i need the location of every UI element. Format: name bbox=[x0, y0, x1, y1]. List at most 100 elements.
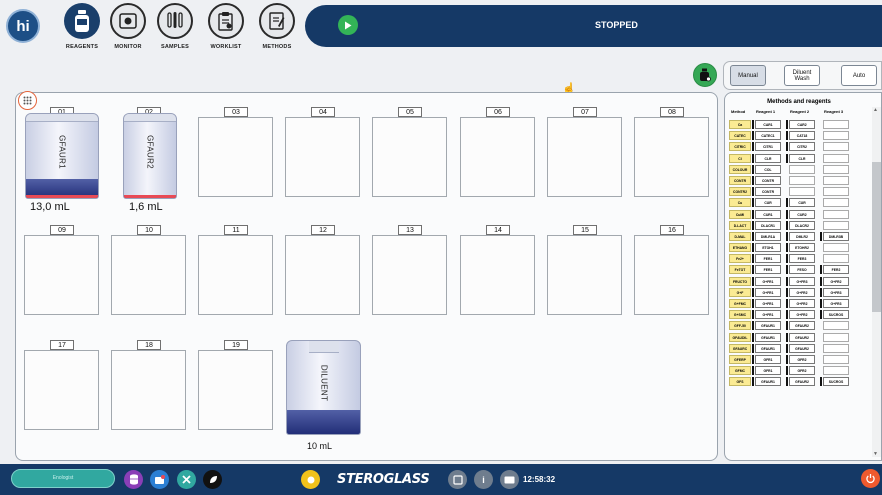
method-row[interactable]: COLOUR COL bbox=[729, 164, 867, 175]
diluent-wash-button[interactable]: Diluent Wash bbox=[784, 65, 820, 86]
method-cell[interactable]: GFERP bbox=[729, 354, 751, 364]
method-cell[interactable]: D-MAL bbox=[729, 231, 751, 241]
method-row[interactable]: ETHANO ETOH1 ETOHR2 bbox=[729, 242, 867, 253]
reagent-cell[interactable]: SUCROS bbox=[823, 377, 849, 387]
reagent-cell[interactable]: GFR1 bbox=[755, 354, 781, 364]
reagent-cell[interactable]: CUR bbox=[755, 198, 781, 208]
method-cell[interactable]: G+SMC bbox=[729, 310, 751, 320]
reagent-cell[interactable]: DMLR3B bbox=[823, 231, 849, 241]
leaf-icon[interactable] bbox=[203, 470, 222, 489]
reagent-cell[interactable] bbox=[823, 153, 849, 163]
info-icon[interactable]: i bbox=[474, 470, 493, 489]
method-row[interactable]: CONTR2 CONTR bbox=[729, 186, 867, 197]
empty-slot-box[interactable] bbox=[372, 117, 447, 197]
reagent-cell[interactable]: DLACR1 bbox=[755, 220, 781, 230]
method-row[interactable]: CuMI CUR1 CUR2 bbox=[729, 209, 867, 220]
method-row[interactable]: Cl CLR CLR bbox=[729, 153, 867, 164]
method-row[interactable]: D-LACT DLACR1 DLACR2 bbox=[729, 220, 867, 231]
methods-scrollbar[interactable]: ▲ ▼ bbox=[872, 107, 881, 457]
reagent-cell[interactable]: DMLR1A bbox=[755, 231, 781, 241]
bottle-drain-button[interactable] bbox=[693, 63, 717, 87]
method-row[interactable]: FRUCTO G+FR1 G+FR3 G+FR2 bbox=[729, 276, 867, 287]
scroll-up-icon[interactable]: ▲ bbox=[873, 107, 878, 113]
notifications-icon[interactable] bbox=[150, 470, 169, 489]
method-cell[interactable]: FeTOT bbox=[729, 265, 751, 275]
method-cell[interactable]: CONTR2 bbox=[729, 187, 751, 197]
reagent-cell[interactable]: FER2 bbox=[823, 265, 849, 275]
reagent-cell[interactable]: GFAUR1 bbox=[755, 377, 781, 387]
reagent-cell[interactable]: G+FR1 bbox=[755, 310, 781, 320]
reagent-cell[interactable]: G+FR1 bbox=[755, 299, 781, 308]
scroll-thumb[interactable] bbox=[872, 162, 881, 312]
reagent-cell[interactable]: CLR bbox=[755, 153, 781, 163]
keyboard-icon[interactable] bbox=[500, 470, 519, 489]
reagent-cell[interactable] bbox=[823, 332, 849, 342]
reagent-cell[interactable]: CUR1 bbox=[755, 209, 781, 219]
method-row[interactable]: FeTOT FER1 FESO FER2 bbox=[729, 264, 867, 275]
method-row[interactable]: GFF-50 GFAUR1 GFAUR2 bbox=[729, 320, 867, 331]
empty-slot-box[interactable] bbox=[634, 235, 709, 315]
reagent-cell[interactable]: DLACR2 bbox=[789, 220, 815, 230]
method-cell[interactable]: GFAUDIL bbox=[729, 332, 751, 342]
scroll-down-icon[interactable]: ▼ bbox=[873, 451, 878, 457]
reagent-cell[interactable]: COL bbox=[755, 164, 781, 174]
method-cell[interactable]: ETHANO bbox=[729, 243, 751, 253]
reagent-cell[interactable] bbox=[823, 354, 849, 364]
reagent-cell[interactable]: G+FR1 bbox=[755, 276, 781, 286]
method-row[interactable]: Ca CAR1 CAR2 bbox=[729, 119, 867, 130]
reagent-cell[interactable]: GFAUR1 bbox=[755, 332, 781, 342]
reagent-cell[interactable] bbox=[823, 164, 849, 174]
empty-slot-box[interactable] bbox=[285, 235, 360, 315]
reagent-cell[interactable] bbox=[823, 120, 849, 129]
method-row[interactable]: CONTR CONTR bbox=[729, 175, 867, 186]
method-cell[interactable]: Cu bbox=[729, 198, 751, 208]
reagent-cell[interactable]: CITR2 bbox=[789, 142, 815, 152]
method-cell[interactable]: G+F bbox=[729, 287, 751, 297]
reagent-cell[interactable]: CITR1 bbox=[755, 142, 781, 152]
reagent-cell[interactable]: CAR1 bbox=[755, 120, 781, 129]
method-cell[interactable]: CITRIC bbox=[729, 142, 751, 152]
lamp-icon[interactable] bbox=[301, 470, 320, 489]
reagent-cell[interactable]: CUR2 bbox=[789, 209, 815, 219]
reagent-cell[interactable]: CAT18 bbox=[789, 131, 815, 141]
reagent-cell[interactable]: ETOHR2 bbox=[789, 243, 815, 253]
method-row[interactable]: G+FMC G+FR1 G+FR2 G+FR3 bbox=[729, 298, 867, 309]
method-cell[interactable]: FRUCTO bbox=[729, 276, 751, 286]
empty-slot-box[interactable] bbox=[198, 350, 273, 430]
method-cell[interactable]: CuMI bbox=[729, 209, 751, 219]
method-row[interactable]: CATEC CATEC1 CAT18 bbox=[729, 130, 867, 141]
reagent-cell[interactable]: G+FR1 bbox=[755, 287, 781, 297]
reagent-cell[interactable]: G+FR3 bbox=[823, 299, 849, 308]
method-cell[interactable]: Cl bbox=[729, 153, 751, 163]
reagent-cell[interactable] bbox=[823, 131, 849, 141]
empty-slot-box[interactable] bbox=[285, 117, 360, 197]
method-row[interactable]: D-MAL DMLR1A DMLR2 DMLR3B bbox=[729, 231, 867, 242]
user-profile-button[interactable]: Enologist bbox=[11, 469, 115, 488]
method-cell[interactable]: GFMC bbox=[729, 366, 751, 376]
method-cell[interactable]: Ca bbox=[729, 120, 751, 129]
empty-slot-box[interactable] bbox=[111, 235, 186, 315]
empty-slot-box[interactable] bbox=[460, 235, 535, 315]
method-row[interactable]: Cu CUR CUR bbox=[729, 197, 867, 208]
reagent-cell[interactable] bbox=[789, 175, 815, 185]
method-row[interactable]: GFAURC GFAUR1 GFAUR2 bbox=[729, 343, 867, 354]
grid-view-icon[interactable] bbox=[18, 91, 37, 110]
reagent-cell[interactable] bbox=[823, 142, 849, 152]
reagent-cell[interactable]: G+FR2 bbox=[789, 310, 815, 320]
reagent-cell[interactable]: FER1 bbox=[755, 254, 781, 264]
diluent-bottle[interactable]: DILUENT bbox=[286, 340, 361, 435]
reagent-cell[interactable] bbox=[823, 366, 849, 376]
method-cell[interactable]: Fe2+ bbox=[729, 254, 751, 264]
reagent-cell[interactable]: FER1 bbox=[755, 265, 781, 275]
reagent-cell[interactable]: CUR bbox=[789, 198, 815, 208]
nav-methods-button[interactable]: METHODS bbox=[247, 3, 307, 58]
reagent-cell[interactable] bbox=[789, 164, 815, 174]
reagent-cell[interactable]: DMLR2 bbox=[789, 231, 815, 241]
reagent-cell[interactable]: G+FR2 bbox=[789, 287, 815, 297]
empty-slot-box[interactable] bbox=[198, 235, 273, 315]
reagent-bottle[interactable]: GFAUR2 bbox=[123, 113, 177, 199]
empty-slot-box[interactable] bbox=[198, 117, 273, 197]
reagent-cell[interactable]: FER3 bbox=[789, 254, 815, 264]
reagent-cell[interactable]: G+FR2 bbox=[823, 276, 849, 286]
empty-slot-box[interactable] bbox=[111, 350, 186, 430]
